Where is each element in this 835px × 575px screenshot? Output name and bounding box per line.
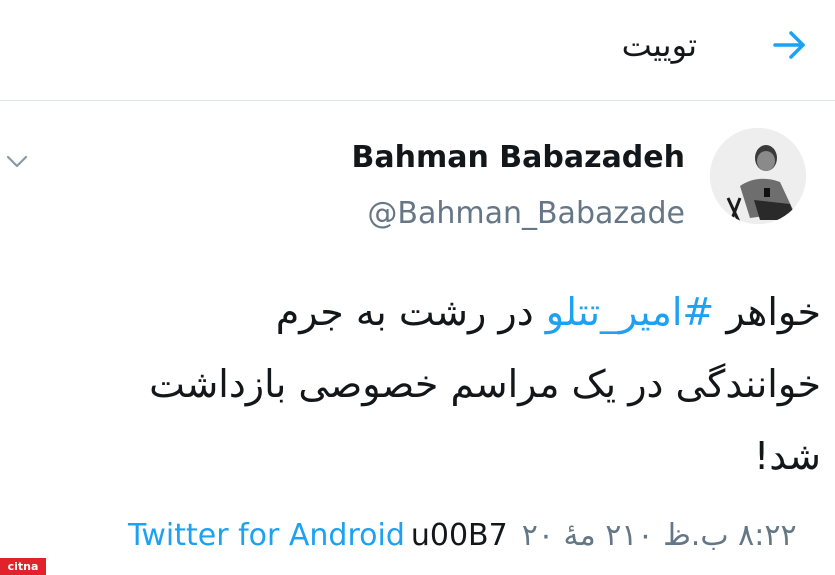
tweet-meta: Twitter for Android u00B7 ۸:۲۲ ب.ظ ۲۱۰ م… [128, 510, 828, 560]
separator: u00B7 [410, 517, 508, 553]
user-handle[interactable]: @Bahman_Babazade [367, 196, 685, 231]
chevron-down-icon[interactable] [4, 148, 30, 174]
display-name[interactable]: Bahman Babazadeh [352, 140, 686, 175]
timestamp[interactable]: ۸:۲۲ ب.ظ ۲۱۰ مهٔ ۲۰ [522, 518, 797, 553]
tweet-text: خواهر #امیر_تتلو در رشت به جرم خوانندگی … [11, 276, 821, 492]
arrow-right-icon[interactable] [767, 22, 813, 68]
avatar[interactable] [710, 128, 806, 224]
tweet-line-2: خوانندگی در یک مراسم خصوصی بازداشت [149, 362, 821, 406]
watermark-logo: citna [0, 558, 46, 575]
top-bar: توییت [0, 0, 835, 101]
source-link[interactable]: Twitter for Android [128, 518, 405, 553]
page-title: توییت [621, 26, 697, 64]
tweet-detail-screen: توییت Bahman Babazadeh @Bahman_Babazade … [0, 0, 835, 575]
tweet-line-1: خواهر #امیر_تتلو در رشت به جرم [11, 276, 821, 348]
hashtag-link[interactable]: #امیر_تتلو [546, 290, 714, 334]
tweet-line-3: شد! [753, 434, 821, 478]
tweet-text-suffix: در رشت به جرم [275, 290, 546, 334]
profile-photo [710, 128, 806, 224]
tweet-text-prefix: خواهر [714, 290, 821, 334]
